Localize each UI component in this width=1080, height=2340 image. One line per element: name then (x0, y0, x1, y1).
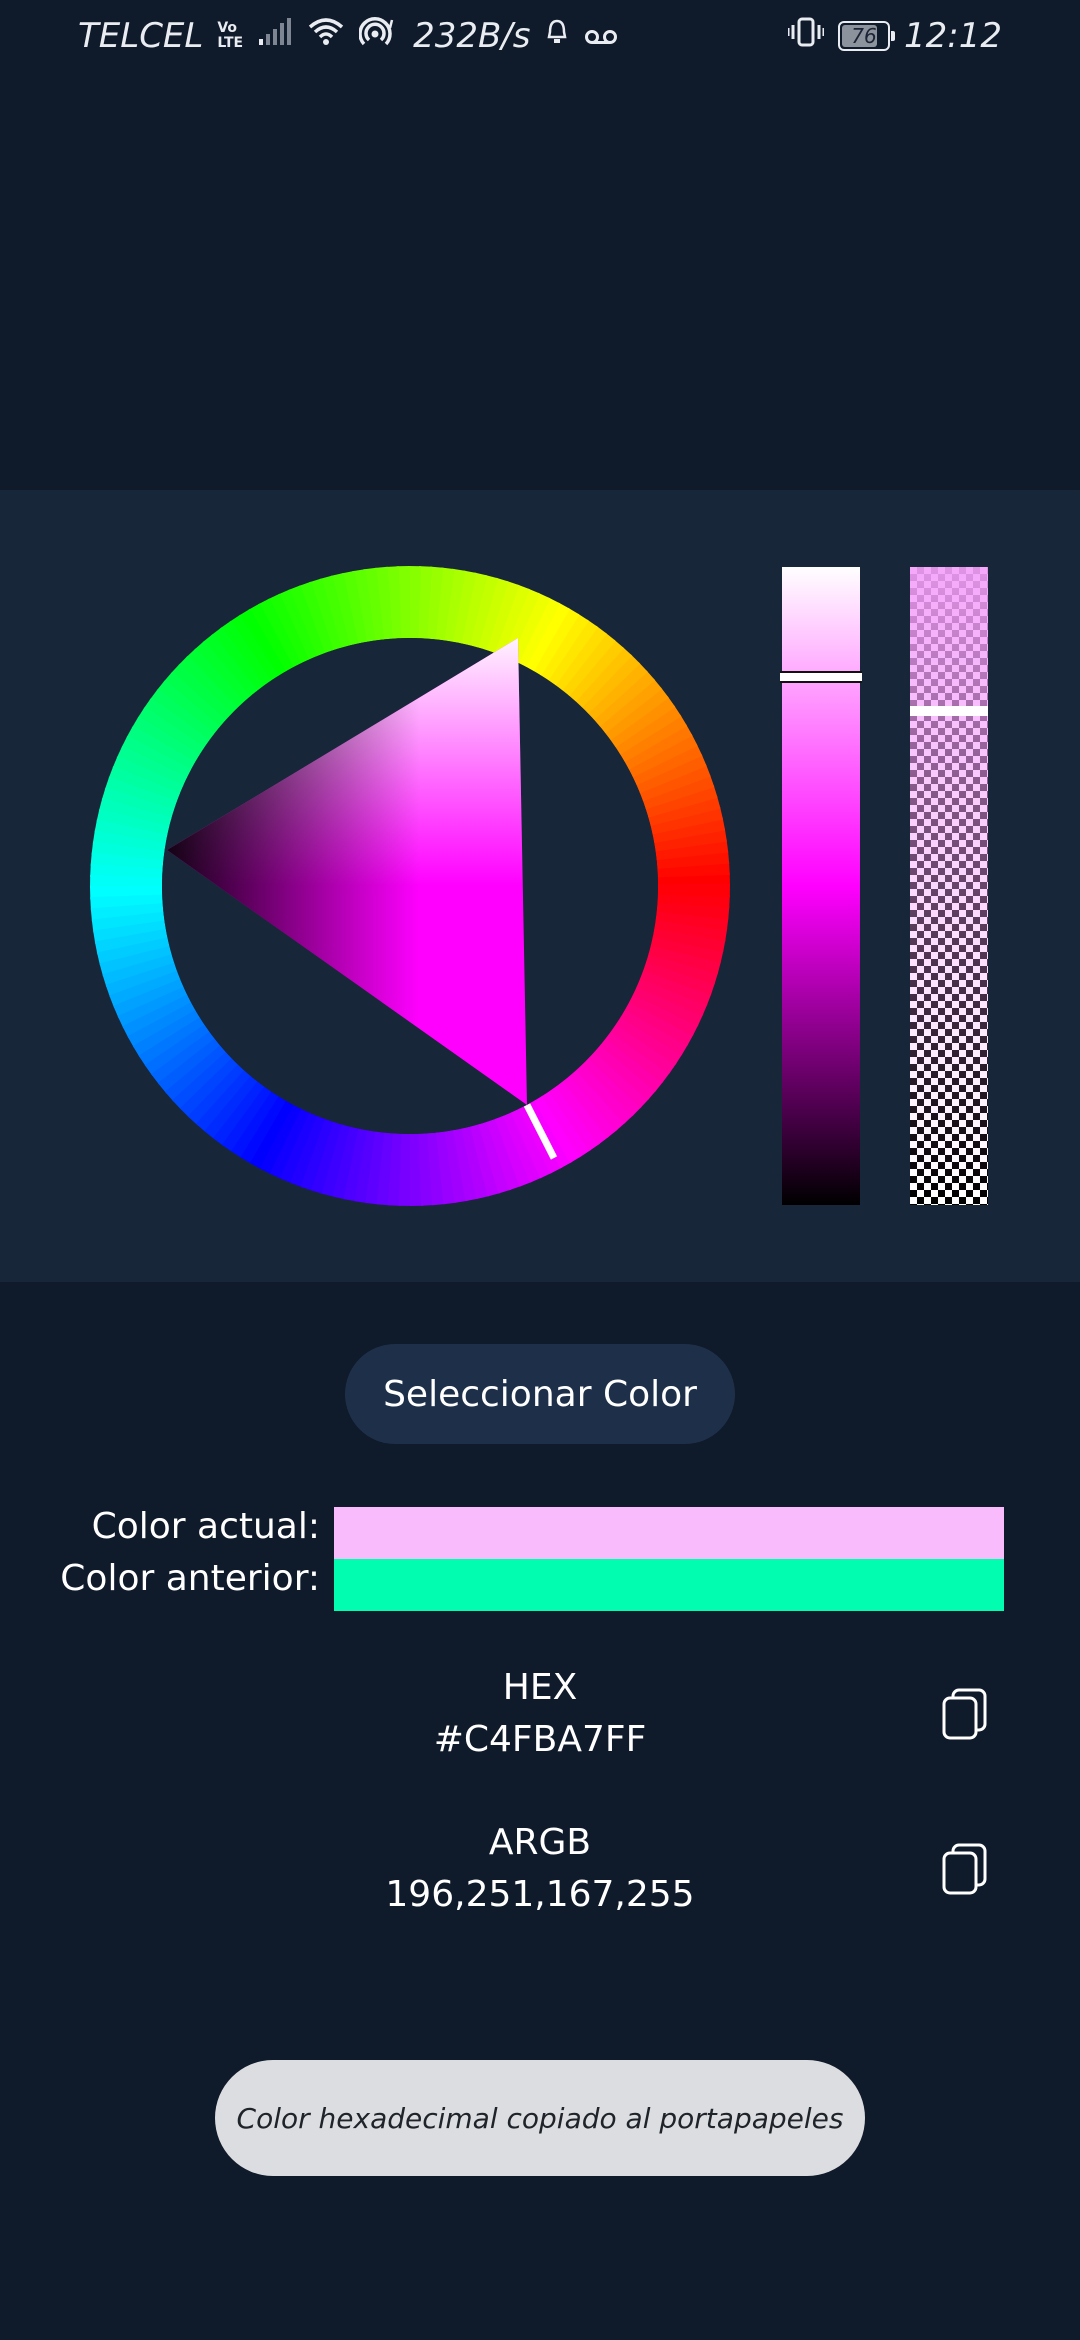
wifi-icon (307, 16, 345, 56)
argb-block: ARGB 196,251,167,255 (300, 1817, 780, 1921)
battery-icon: 76 (838, 21, 896, 51)
hex-block: HEX #C4FBA7FF (300, 1662, 780, 1766)
select-color-button[interactable]: Seleccionar Color (345, 1344, 735, 1444)
previous-color-swatch (334, 1559, 1004, 1611)
current-color-swatch (334, 1507, 1004, 1559)
battery-level: 76 (851, 24, 877, 48)
copy-argb-icon[interactable] (940, 1841, 990, 1897)
hotspot-icon (358, 16, 399, 57)
copy-hex-icon[interactable] (940, 1686, 990, 1742)
notification-icon (544, 16, 570, 56)
hue-wheel[interactable] (90, 566, 730, 1206)
toast-message: Color hexadecimal copiado al portapapele… (215, 2060, 865, 2176)
argb-value: 196,251,167,255 (385, 1874, 695, 1915)
hex-label: HEX (502, 1667, 578, 1708)
carrier-name: TELCEL (78, 16, 204, 56)
status-bar-left: TELCEL Vo LTE 232B/s (78, 12, 618, 60)
status-bar-right: 76 12:12 (787, 12, 1002, 60)
vibrate-icon (787, 16, 825, 57)
net-speed: 232B/s (413, 16, 531, 56)
signal-icon (257, 16, 293, 56)
value-slider[interactable] (780, 567, 862, 1205)
previous-color-label: Color anterior: (60, 1558, 320, 1599)
value-slider-handle[interactable] (780, 671, 862, 683)
current-color-label: Color actual: (91, 1506, 320, 1547)
alpha-slider-handle[interactable] (910, 706, 988, 716)
alpha-slider[interactable] (910, 567, 988, 1205)
voicemail-icon (584, 16, 618, 56)
status-bar: TELCEL Vo LTE 232B/s 76 12:12 (0, 0, 1080, 72)
volte-indicator: Vo LTE (217, 20, 244, 51)
clock: 12:12 (904, 16, 1002, 56)
hex-value: #C4FBA7FF (433, 1719, 647, 1760)
argb-label: ARGB (488, 1822, 592, 1863)
